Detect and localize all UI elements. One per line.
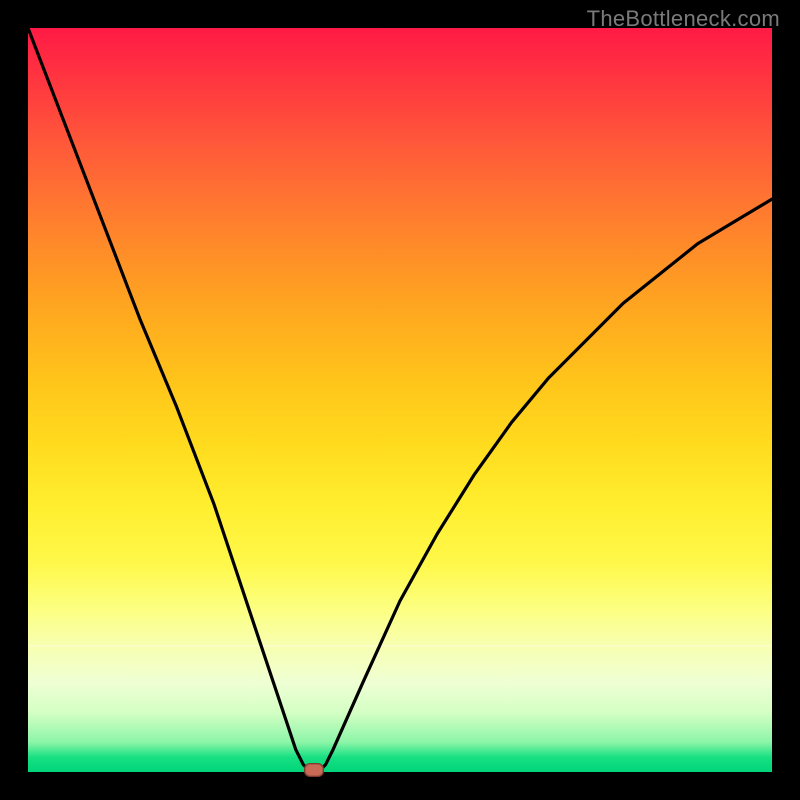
chart-frame: TheBottleneck.com — [0, 0, 800, 800]
watermark-text: TheBottleneck.com — [587, 6, 780, 32]
plot-area — [28, 28, 772, 772]
bottleneck-curve — [28, 28, 772, 772]
curve-path — [28, 28, 772, 772]
optimal-marker — [304, 763, 324, 777]
